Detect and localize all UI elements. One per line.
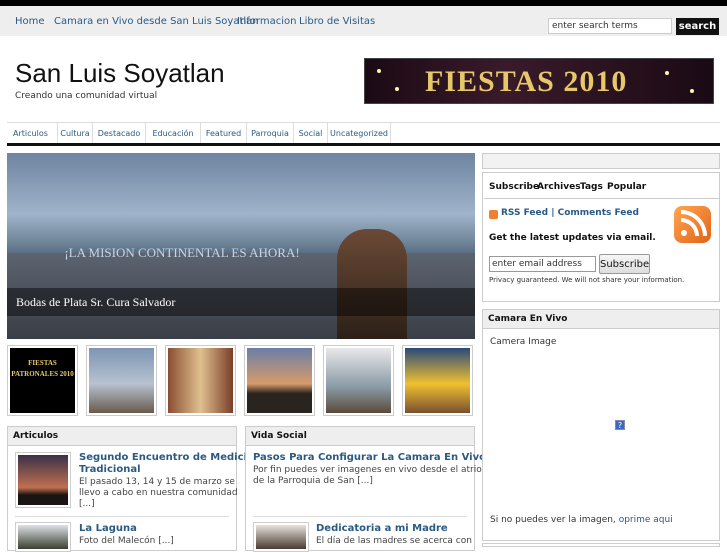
cat-destacado[interactable]: Destacado xyxy=(93,123,146,145)
rss-icon xyxy=(489,210,498,219)
firework-spark xyxy=(665,71,669,75)
featured-caption[interactable]: Bodas de Plata Sr. Cura Salvador xyxy=(7,288,475,316)
email-field[interactable]: enter email address xyxy=(489,256,596,272)
main-navigation: Home Camara en Vivo desde San Luis Soyat… xyxy=(0,6,727,36)
slider-thumbnail[interactable]: FIESTAS PATRONALES 2010 xyxy=(7,345,78,416)
featured-slider[interactable]: ¡LA MISION CONTINENTAL ES AHORA! Bodas d… xyxy=(7,153,475,339)
post-title[interactable]: La Laguna xyxy=(79,523,137,535)
slider-thumbnail[interactable] xyxy=(244,345,315,416)
post-separator xyxy=(15,516,229,517)
thumbnail-image xyxy=(326,348,391,413)
post-thumbnail[interactable] xyxy=(253,522,309,552)
sidebar-top-strip xyxy=(482,153,720,169)
post-excerpt: El pasado 13, 14 y 15 de marzo se llevo a… xyxy=(79,477,238,509)
category-navigation: Articulos Cultura Destacado Educación Fe… xyxy=(7,122,720,145)
vida-social-heading: Vida Social xyxy=(246,427,474,446)
rss-large-icon[interactable] xyxy=(674,206,711,243)
tab-subscribe[interactable]: Subscribe xyxy=(489,182,539,192)
banner-text: FIESTAS 2010 xyxy=(425,65,628,98)
featured-image-roof xyxy=(7,153,475,213)
rss-dot xyxy=(681,230,687,236)
camera-link[interactable]: oprime aqui xyxy=(619,515,673,525)
thumbnail-image xyxy=(168,348,233,413)
tab-archives[interactable]: Archives xyxy=(537,182,581,192)
slider-thumbnail[interactable] xyxy=(165,345,236,416)
cat-articulos[interactable]: Articulos xyxy=(13,123,58,145)
nav-home[interactable]: Home xyxy=(15,16,45,27)
nav-informacion[interactable]: Informacion xyxy=(237,16,296,27)
post-separator xyxy=(253,516,467,517)
thumbnail-image: FIESTAS PATRONALES 2010 xyxy=(10,348,75,413)
firework-spark xyxy=(377,69,381,73)
post-thumbnail[interactable] xyxy=(15,452,71,508)
cat-parroquia[interactable]: Parroquia xyxy=(247,123,294,145)
next-widget-top xyxy=(482,543,720,547)
subscribe-button[interactable]: Subscribe xyxy=(599,254,650,274)
fiestas-banner[interactable]: FIESTAS 2010 xyxy=(364,58,714,104)
nav-camara-en-vivo[interactable]: Camara en Vivo desde San Luis Soyatlan xyxy=(54,16,259,27)
site-tagline: Creando una comunidad virtual xyxy=(15,91,158,101)
articulos-heading: Articulos xyxy=(8,427,236,446)
post-title[interactable]: Pasos Para Configurar La Camara En Vivo xyxy=(253,452,486,464)
camera-note: Si no puedes ver la imagen, oprime aqui xyxy=(490,515,673,525)
featured-image-person xyxy=(337,229,407,339)
thumbnail-image xyxy=(405,348,470,413)
updates-text: Get the latest updates via email. xyxy=(489,233,656,243)
nav-libro-de-visitas[interactable]: Libro de Visitas xyxy=(299,16,375,27)
thumbnail-image xyxy=(89,348,154,413)
comments-feed-link[interactable]: Comments Feed xyxy=(558,208,639,218)
slider-thumbnail[interactable] xyxy=(402,345,473,416)
broken-image-icon: ? xyxy=(615,420,625,430)
post-title[interactable]: Segundo Encuentro de Medicina Tradicional xyxy=(79,452,261,476)
category-underline xyxy=(7,143,720,146)
post-title[interactable]: Dedicatoria a mi Madre xyxy=(316,523,448,535)
featured-caption-text[interactable]: Bodas de Plata Sr. Cura Salvador xyxy=(16,295,175,310)
firework-spark xyxy=(690,89,694,93)
search-button[interactable]: search xyxy=(676,18,719,35)
feed-divider: | xyxy=(551,208,555,218)
sidebar-tabs: Subscribe Archives Tags Popular xyxy=(484,178,719,199)
post-thumbnail[interactable] xyxy=(15,522,71,552)
site-title[interactable]: San Luis Soyatlan xyxy=(15,58,225,89)
cat-uncategorized[interactable]: Uncategorized xyxy=(328,123,391,145)
rss-feed-link[interactable]: RSS Feed xyxy=(501,208,548,218)
featured-image-sign: ¡LA MISION CONTINENTAL ES AHORA! xyxy=(64,245,300,260)
tab-tags[interactable]: Tags xyxy=(580,182,603,192)
post-excerpt: Foto del Malecón [...] xyxy=(79,536,174,546)
slider-thumbnail[interactable] xyxy=(86,345,157,416)
cat-cultura[interactable]: Cultura xyxy=(58,123,93,145)
firework-spark xyxy=(395,87,399,91)
privacy-note: Privacy guaranteed. We will not share yo… xyxy=(489,276,685,284)
feed-links: RSS Feed | Comments Feed xyxy=(501,208,639,218)
tab-popular[interactable]: Popular xyxy=(607,182,646,192)
slider-thumbnail[interactable] xyxy=(323,345,394,416)
cat-featured[interactable]: Featured xyxy=(201,123,247,145)
cat-educacion[interactable]: Educación xyxy=(146,123,201,145)
thumbnail-image xyxy=(247,348,312,413)
post-excerpt: Por fin puedes ver imagenes en vivo desd… xyxy=(253,465,482,486)
camera-heading: Camara En Vivo xyxy=(483,310,719,329)
post-excerpt: El día de las madres se acerca con xyxy=(316,536,472,546)
camera-image-alt: Camera Image xyxy=(490,337,557,347)
cat-social[interactable]: Social xyxy=(294,123,328,145)
search-input[interactable]: enter search terms xyxy=(548,18,672,34)
